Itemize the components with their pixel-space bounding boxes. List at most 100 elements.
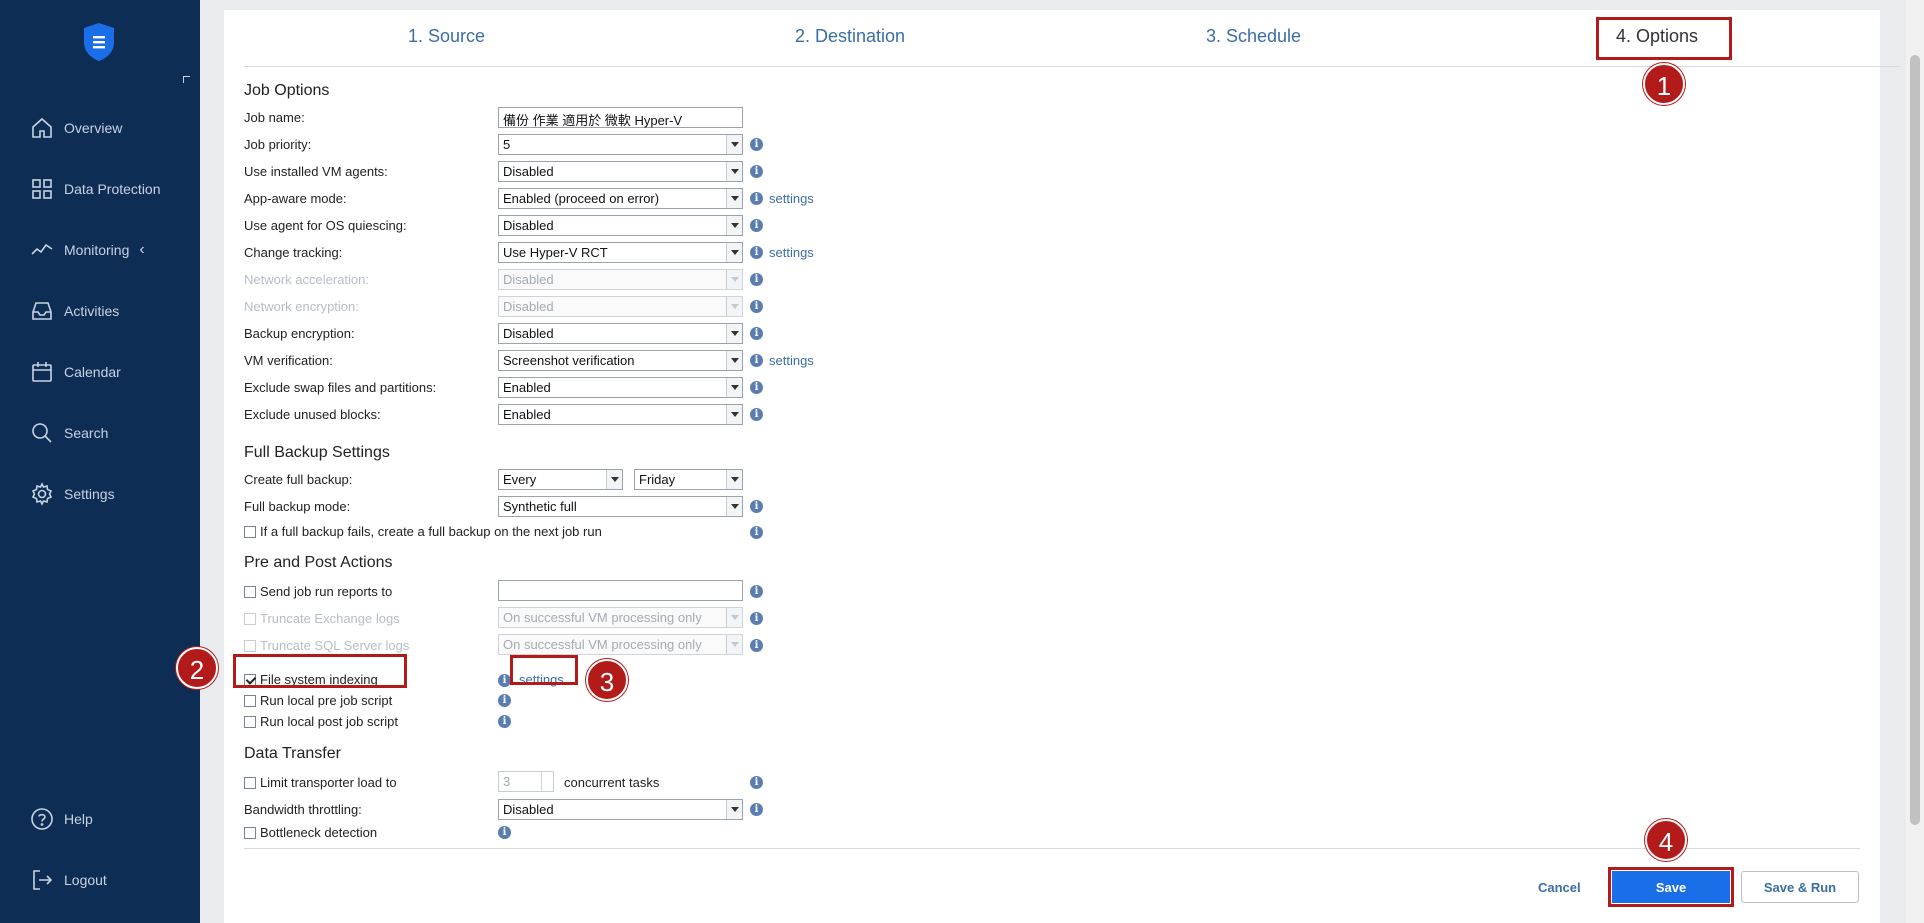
app-logo-icon[interactable] — [82, 22, 116, 62]
sidebar-item-logout[interactable]: Logout — [30, 865, 107, 895]
info-icon[interactable]: i — [750, 500, 763, 513]
select-value: Synthetic full — [503, 499, 577, 514]
save-and-run-button[interactable]: Save & Run — [1741, 871, 1859, 903]
info-icon[interactable]: i — [750, 776, 763, 789]
pre-job-script-checkbox[interactable]: Run local pre job script — [244, 693, 392, 708]
limit-transporter-checkbox[interactable]: Limit transporter load to — [244, 775, 397, 790]
footer-divider — [244, 848, 1860, 849]
tab-source[interactable]: 1. Source — [408, 26, 485, 47]
exclude-swap-select[interactable]: Enabled — [498, 377, 743, 398]
change-tracking-select[interactable]: Use Hyper-V RCT — [498, 242, 743, 263]
exclude-swap-label: Exclude swap files and partitions: — [244, 380, 437, 395]
sidebar-item-label: Monitoring — [64, 242, 130, 258]
info-icon[interactable]: i — [750, 246, 763, 259]
info-icon[interactable]: i — [750, 354, 763, 367]
tab-schedule[interactable]: 3. Schedule — [1206, 26, 1301, 47]
job-name-field[interactable]: 備份 作業 適用於 微軟 Hyper-V — [498, 107, 743, 128]
collapse-sidebar-icon[interactable] — [183, 76, 190, 83]
sidebar-item-monitoring[interactable]: Monitoring ‹ — [30, 235, 145, 265]
checkbox[interactable] — [244, 585, 256, 598]
info-icon[interactable]: i — [750, 526, 763, 539]
info-icon[interactable]: i — [750, 381, 763, 394]
checkbox-label: If a full backup fails, create a full ba… — [260, 524, 602, 539]
info-icon[interactable]: i — [750, 192, 763, 205]
dropdown-arrow-icon — [726, 378, 742, 397]
os-quiescing-select[interactable]: Disabled — [498, 215, 743, 236]
info-icon[interactable]: i — [750, 138, 763, 151]
info-icon[interactable]: i — [750, 639, 763, 652]
dropdown-arrow-icon — [606, 470, 622, 489]
info-icon[interactable]: i — [750, 612, 763, 625]
sidebar-item-label: Settings — [64, 486, 115, 502]
exclude-unused-select[interactable]: Enabled — [498, 404, 743, 425]
cancel-button[interactable]: Cancel — [1538, 880, 1581, 895]
report-recipients-field[interactable] — [498, 580, 743, 601]
job-priority-select[interactable]: 5 — [498, 134, 743, 155]
info-icon[interactable]: i — [750, 408, 763, 421]
bottleneck-detection-checkbox[interactable]: Bottleneck detection — [244, 825, 377, 840]
bandwidth-throttling-select[interactable]: Disabled — [498, 799, 743, 820]
info-icon[interactable]: i — [750, 300, 763, 313]
info-icon[interactable]: i — [750, 327, 763, 340]
sidebar-item-settings[interactable]: Settings — [30, 479, 115, 509]
checkbox[interactable] — [244, 715, 256, 728]
sidebar-item-calendar[interactable]: Calendar — [30, 357, 121, 387]
full-backup-retry-checkbox[interactable]: If a full backup fails, create a full ba… — [244, 524, 602, 539]
sidebar-item-overview[interactable]: Overview — [30, 113, 122, 143]
info-icon[interactable]: i — [750, 585, 763, 598]
full-backup-mode-label: Full backup mode: — [244, 499, 351, 514]
vm-verification-select[interactable]: Screenshot verification — [498, 350, 743, 371]
select-value: Screenshot verification — [503, 353, 635, 368]
tab-destination[interactable]: 2. Destination — [795, 26, 905, 47]
backup-encryption-select[interactable]: Disabled — [498, 323, 743, 344]
app-aware-select[interactable]: Enabled (proceed on error) — [498, 188, 743, 209]
create-full-backup-label: Create full backup: — [244, 472, 353, 487]
info-icon[interactable]: i — [750, 803, 763, 816]
inbox-icon — [32, 302, 52, 320]
info-icon[interactable]: i — [498, 694, 511, 707]
select-value: Disabled — [503, 272, 554, 287]
network-encryption-label: Network encryption: — [244, 299, 359, 314]
full-backup-day-select[interactable]: Friday — [634, 469, 743, 490]
change-tracking-settings-link[interactable]: settings — [769, 245, 814, 260]
sidebar-item-activities[interactable]: Activities — [30, 296, 119, 326]
dropdown-arrow-icon — [726, 608, 742, 627]
select-value: Use Hyper-V RCT — [503, 245, 608, 260]
sidebar: Overview Data Protection Monitoring ‹ Ac… — [0, 0, 200, 923]
app-aware-settings-link[interactable]: settings — [769, 191, 814, 206]
sidebar-item-label: Logout — [64, 872, 107, 888]
info-icon[interactable]: i — [750, 219, 763, 232]
select-value: Disabled — [503, 326, 554, 341]
checkbox[interactable] — [244, 694, 256, 707]
checkbox[interactable] — [244, 826, 256, 839]
full-backup-frequency-select[interactable]: Every — [498, 469, 623, 490]
select-value: Disabled — [503, 802, 554, 817]
dropdown-arrow-icon — [726, 216, 742, 235]
checkbox — [244, 639, 256, 652]
info-icon[interactable]: i — [498, 715, 511, 728]
full-backup-mode-select[interactable]: Synthetic full — [498, 496, 743, 517]
bandwidth-throttling-label: Bandwidth throttling: — [244, 802, 362, 817]
info-icon[interactable]: i — [498, 826, 511, 839]
send-reports-checkbox[interactable]: Send job run reports to — [244, 584, 392, 599]
stepper-arrows-icon — [541, 772, 553, 791]
scrollbar-thumb[interactable] — [1910, 55, 1920, 825]
vm-verification-settings-link[interactable]: settings — [769, 353, 814, 368]
sidebar-item-help[interactable]: Help — [30, 804, 93, 834]
select-value: Disabled — [503, 164, 554, 179]
checkbox[interactable] — [244, 776, 256, 789]
annotation-badge-3: 3 — [586, 659, 628, 701]
post-job-script-checkbox[interactable]: Run local post job script — [244, 714, 398, 729]
grid-icon — [32, 179, 52, 199]
info-icon[interactable]: i — [750, 165, 763, 178]
info-icon[interactable]: i — [750, 273, 763, 286]
section-data-transfer: Data Transfer — [244, 745, 341, 762]
vm-agents-select[interactable]: Disabled — [498, 161, 743, 182]
sidebar-item-search[interactable]: Search — [30, 418, 108, 448]
select-value: Disabled — [503, 299, 554, 314]
truncate-exchange-select: On successful VM processing only — [498, 607, 743, 628]
dropdown-arrow-icon — [726, 800, 742, 819]
sidebar-item-data-protection[interactable]: Data Protection — [30, 174, 161, 204]
checkbox[interactable] — [244, 525, 256, 538]
checkbox-label: Truncate Exchange logs — [260, 611, 400, 626]
